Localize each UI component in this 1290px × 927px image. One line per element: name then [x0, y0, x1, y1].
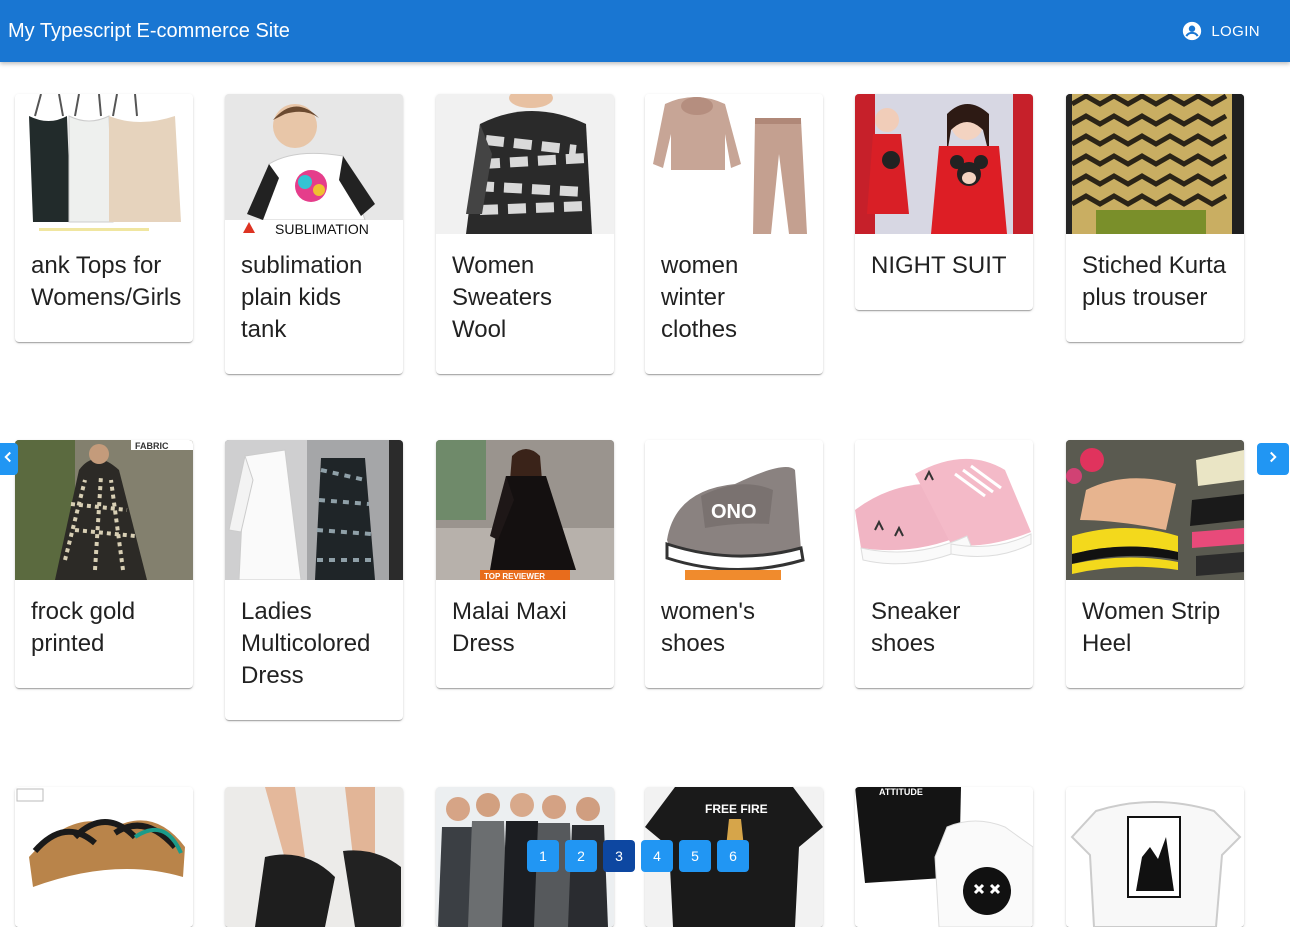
- product-card[interactable]: [1066, 787, 1244, 927]
- product-image: FABRIC: [15, 440, 193, 580]
- product-card[interactable]: ank Tops for Womens/Girls: [15, 94, 193, 342]
- page-button-6[interactable]: 6: [717, 840, 749, 872]
- image-text-free-fire: FREE FIRE: [705, 802, 768, 816]
- account-circle-icon: [1181, 20, 1203, 42]
- image-text-fabric: FABRIC: [135, 441, 169, 451]
- product-title: NIGHT SUIT: [871, 252, 1007, 279]
- product-title: Women Sweaters Wool: [452, 252, 553, 343]
- product-title: women winter clothes: [661, 252, 739, 343]
- product-card[interactable]: TOP REVIEWER Malai Maxi Dress: [436, 440, 614, 688]
- product-title: sublimation plain kids tank: [241, 252, 363, 343]
- image-text-attitude: ATTITUDE: [879, 787, 923, 797]
- image-text-shoe-logo: ONO: [711, 501, 757, 523]
- product-title: Ladies Multicolored Dress: [241, 598, 371, 689]
- product-title: Stiched Kurta plus trouser: [1082, 252, 1227, 311]
- product-image: [855, 440, 1033, 580]
- product-card[interactable]: ONO women's shoes: [645, 440, 823, 688]
- carousel-next-button[interactable]: [1257, 443, 1289, 475]
- product-image: [15, 94, 193, 234]
- image-text-sublimation: SUBLIMATION: [275, 221, 369, 234]
- product-image: SUBLIMATION: [225, 94, 403, 234]
- product-card[interactable]: Sneaker shoes: [855, 440, 1033, 688]
- image-text-top-reviewer: TOP REVIEWER: [484, 572, 545, 580]
- login-button[interactable]: LOGIN: [1181, 16, 1260, 46]
- product-image: [225, 787, 403, 927]
- product-image: [855, 94, 1033, 234]
- product-card[interactable]: NIGHT SUIT: [855, 94, 1033, 310]
- product-title: Malai Maxi Dress: [452, 598, 567, 657]
- product-card[interactable]: Women Strip Heel: [1066, 440, 1244, 688]
- product-card[interactable]: Stiched Kurta plus trouser: [1066, 94, 1244, 342]
- product-card[interactable]: ATTITUDE: [855, 787, 1033, 927]
- product-card[interactable]: women winter clothes: [645, 94, 823, 374]
- pagination: 1 2 3 4 5 6: [527, 840, 749, 872]
- carousel-prev-button[interactable]: [0, 443, 18, 475]
- page-button-3[interactable]: 3: [603, 840, 635, 872]
- product-image: [15, 787, 193, 927]
- chevron-right-icon: [1264, 448, 1282, 471]
- chevron-left-icon: [0, 448, 17, 471]
- product-card[interactable]: [225, 787, 403, 927]
- product-card[interactable]: FABRIC frock gold printed: [15, 440, 193, 688]
- product-card[interactable]: SUBLIMATION sublimation plain kids tank: [225, 94, 403, 374]
- product-image: [645, 94, 823, 234]
- site-title: My Typescript E-commerce Site: [8, 20, 290, 42]
- page-button-4[interactable]: 4: [641, 840, 673, 872]
- product-title: frock gold printed: [31, 598, 136, 657]
- page-button-1[interactable]: 1: [527, 840, 559, 872]
- page-button-2[interactable]: 2: [565, 840, 597, 872]
- product-image: TOP REVIEWER: [436, 440, 614, 580]
- product-card[interactable]: Ladies Multicolored Dress: [225, 440, 403, 720]
- product-title: Sneaker shoes: [871, 598, 961, 657]
- product-image: [1066, 440, 1244, 580]
- product-title: ank Tops for Womens/Girls: [31, 252, 182, 311]
- product-image: [436, 94, 614, 234]
- login-label: LOGIN: [1211, 22, 1260, 40]
- app-bar: My Typescript E-commerce Site LOGIN: [0, 0, 1290, 62]
- product-image: [1066, 787, 1244, 927]
- product-image: ATTITUDE: [855, 787, 1033, 927]
- page-button-5[interactable]: 5: [679, 840, 711, 872]
- product-image: [1066, 94, 1244, 234]
- product-card[interactable]: Women Sweaters Wool: [436, 94, 614, 374]
- product-card[interactable]: [15, 787, 193, 927]
- product-image: [225, 440, 403, 580]
- product-title: women's shoes: [661, 598, 755, 657]
- product-image: ONO: [645, 440, 823, 580]
- product-title: Women Strip Heel: [1082, 598, 1221, 657]
